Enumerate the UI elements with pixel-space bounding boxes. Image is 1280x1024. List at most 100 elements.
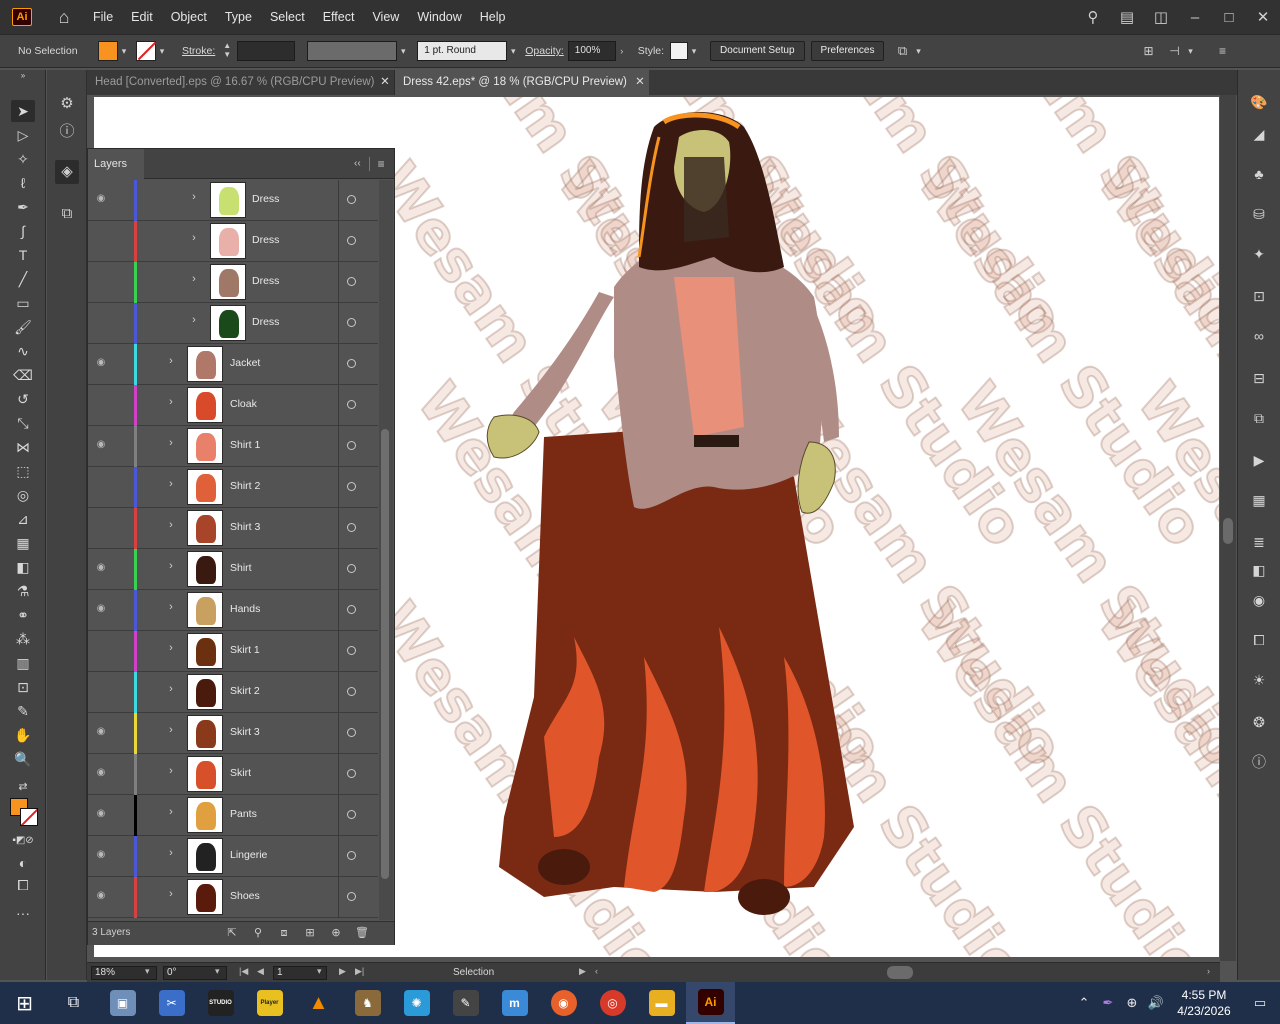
layer-name[interactable]: Shirt — [230, 562, 252, 574]
visibility-eye-icon[interactable] — [94, 397, 108, 411]
menu-select[interactable]: Select — [261, 0, 314, 34]
menu-file[interactable]: File — [84, 0, 122, 34]
stroke-swatch[interactable] — [136, 41, 157, 61]
horizontal-scroll-thumb[interactable] — [887, 966, 913, 979]
target-circle-icon[interactable] — [347, 769, 356, 778]
expand-chevron-icon[interactable]: › — [165, 642, 177, 654]
panel-menu-icon[interactable]: ≡ — [378, 157, 385, 171]
brush-definition-field[interactable]: 1 pt. Round — [417, 41, 508, 61]
scroll-left-icon[interactable]: ‹ — [595, 966, 598, 976]
task-view-icon[interactable]: ⧉ — [49, 982, 98, 1024]
target-circle-icon[interactable] — [347, 236, 356, 245]
expand-chevron-icon[interactable]: › — [188, 232, 200, 244]
layer-row[interactable]: › Shirt 3 — [88, 508, 378, 549]
pen-tray-icon[interactable]: ✒ — [1096, 995, 1120, 1011]
document-info-icon[interactable]: ⓘ — [1247, 750, 1271, 774]
asset-export-icon[interactable]: ⧠ — [1247, 628, 1271, 652]
vlc-icon[interactable]: ▲ — [294, 982, 343, 1024]
workspace-icon[interactable]: ◫ — [1144, 8, 1178, 26]
expand-chevron-icon[interactable]: › — [165, 601, 177, 613]
target-circle-icon[interactable] — [347, 482, 356, 491]
trash-icon[interactable]: 🗑 — [354, 925, 370, 941]
studio-app-icon[interactable]: STUDIO — [196, 982, 245, 1024]
menu-edit[interactable]: Edit — [122, 0, 162, 34]
scroll-right-icon[interactable]: › — [1207, 966, 1210, 976]
symbols-icon[interactable]: ♣ — [1247, 162, 1271, 186]
swap-fill-stroke-icon[interactable]: ⇄ — [11, 776, 35, 798]
variable-width-profile[interactable] — [307, 41, 398, 61]
column-graph-tool-icon[interactable]: ▥ — [11, 652, 35, 674]
expand-chevron-icon[interactable]: › — [165, 478, 177, 490]
layer-row[interactable]: ◉ › Jacket — [88, 344, 378, 385]
expand-chevron-icon[interactable]: › — [165, 806, 177, 818]
expand-chevron-icon[interactable]: › — [188, 191, 200, 203]
visibility-eye-icon[interactable] — [94, 520, 108, 534]
layer-row[interactable]: › Dress — [88, 262, 378, 303]
artboard-tool-icon[interactable]: ⊡ — [11, 676, 35, 698]
gradient-icon[interactable]: ◧ — [1247, 558, 1271, 582]
chevron-down-icon[interactable]: ▾ — [215, 966, 220, 977]
layer-row[interactable]: ◉ › Shirt — [88, 549, 378, 590]
inkscape-icon[interactable]: ✎ — [441, 982, 490, 1024]
layer-name[interactable]: Shoes — [230, 890, 260, 902]
chevron-down-icon[interactable]: ▾ — [1184, 41, 1196, 61]
target-circle-icon[interactable] — [347, 400, 356, 409]
expand-chevron-icon[interactable]: › — [165, 765, 177, 777]
maximize-button[interactable]: □ — [1212, 9, 1246, 26]
zoom-tool-icon[interactable]: 🔍 — [11, 748, 35, 770]
symbol-sprayer-tool-icon[interactable]: ⁂ — [11, 628, 35, 650]
width-tool-icon[interactable]: ⋈ — [11, 436, 35, 458]
appearance-icon[interactable]: ☀ — [1247, 668, 1271, 692]
layer-name[interactable]: Dress — [252, 316, 279, 328]
expand-chevron-icon[interactable]: › — [165, 396, 177, 408]
menu-view[interactable]: View — [363, 0, 408, 34]
layer-name[interactable]: Skirt 3 — [230, 726, 260, 738]
layer-name[interactable]: Dress — [252, 275, 279, 287]
layer-name[interactable]: Pants — [230, 808, 257, 820]
visibility-eye-icon[interactable] — [94, 479, 108, 493]
target-circle-icon[interactable] — [347, 441, 356, 450]
layer-name[interactable]: Shirt 3 — [230, 521, 260, 533]
target-circle-icon[interactable] — [347, 605, 356, 614]
close-button[interactable]: ✕ — [1246, 8, 1280, 26]
layer-row[interactable]: › Cloak — [88, 385, 378, 426]
chevron-down-icon[interactable]: ▾ — [688, 41, 700, 61]
type-tool-icon[interactable]: T — [11, 244, 35, 266]
magic-wand-tool-icon[interactable]: ✧ — [11, 148, 35, 170]
transform-icon[interactable]: ⊣ — [1164, 41, 1184, 61]
layer-name[interactable]: Skirt — [230, 767, 251, 779]
layer-row[interactable]: › Skirt 2 — [88, 672, 378, 713]
swatches-icon[interactable]: ▦ — [1247, 488, 1271, 512]
layer-name[interactable]: Skirt 2 — [230, 685, 260, 697]
artboards-icon[interactable]: ⧉ — [55, 202, 79, 226]
layer-row[interactable]: ◉ › Shoes — [88, 877, 378, 918]
screen-mode-icon[interactable]: ⧠ — [11, 874, 35, 896]
status-menu-icon[interactable]: ▶ — [579, 966, 586, 977]
tab-dress-document[interactable]: Dress 42.eps* @ 18 % (RGB/CPU Preview) ✕ — [395, 70, 649, 95]
clipping-mask-icon[interactable]: ⧈ — [276, 925, 292, 941]
rotate-tool-icon[interactable]: ↺ — [11, 388, 35, 410]
chevron-down-icon[interactable]: ▾ — [397, 41, 409, 61]
gear-app-icon[interactable]: ✺ — [392, 982, 441, 1024]
volume-icon[interactable]: 🔊 — [1144, 995, 1168, 1011]
direct-selection-tool-icon[interactable]: ▷ — [11, 124, 35, 146]
arrange-icon[interactable]: ⧉ — [892, 41, 912, 61]
layer-row[interactable]: › Skirt 1 — [88, 631, 378, 672]
chevron-down-icon[interactable]: ▾ — [507, 41, 519, 61]
layers-panel-tab[interactable]: Layers — [88, 148, 144, 179]
layer-name[interactable]: Skirt 1 — [230, 644, 260, 656]
player-app-icon[interactable]: Player — [245, 982, 294, 1024]
last-artboard-icon[interactable]: ▶| — [355, 966, 364, 977]
firefox-icon[interactable]: ◉ — [539, 982, 588, 1024]
layer-name[interactable]: Lingerie — [230, 849, 267, 861]
chevron-up-icon[interactable]: ⌃ — [1072, 995, 1096, 1011]
color-mode-icons[interactable]: ▪◩⊘ — [11, 830, 35, 852]
fill-swatch[interactable] — [98, 41, 118, 61]
menu-object[interactable]: Object — [162, 0, 216, 34]
chevron-down-icon[interactable]: ▾ — [118, 41, 130, 61]
tab-head-document[interactable]: Head [Converted].eps @ 16.67 % (RGB/CPU … — [87, 70, 395, 95]
layer-name[interactable]: Shirt 1 — [230, 439, 260, 451]
expand-chevron-icon[interactable]: › — [165, 724, 177, 736]
minimize-button[interactable]: – — [1178, 9, 1212, 26]
locate-object-icon[interactable]: ⚲ — [250, 925, 266, 941]
